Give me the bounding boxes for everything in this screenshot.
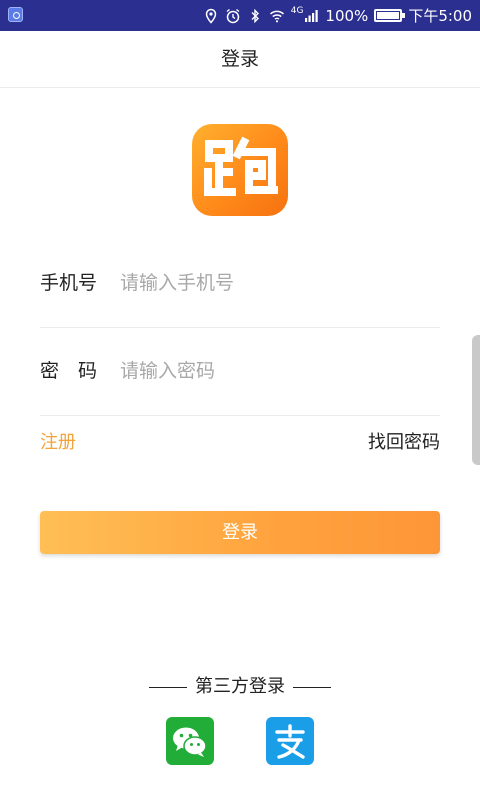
alipay-icon (275, 724, 305, 759)
alarm-icon (226, 8, 240, 23)
forgot-password-link[interactable]: 找回密码 (368, 428, 440, 454)
status-bar: 4G 100% 下午5:00 (0, 0, 480, 31)
signal-icon (305, 9, 319, 22)
bluetooth-icon (251, 8, 259, 23)
divider-left (149, 686, 187, 688)
divider-right (293, 686, 331, 688)
third-party-title: 第三方登录 (195, 676, 285, 697)
status-icons: 4G 100% 下午5:00 (203, 0, 472, 31)
app-logo-icon (192, 124, 288, 216)
battery-percent: 100% (325, 6, 369, 25)
battery-icon (374, 9, 406, 22)
password-label: 密 码 (40, 360, 98, 382)
phone-label: 手机号 (40, 272, 98, 294)
network-type: 4G (290, 6, 304, 16)
login-button[interactable]: 登录 (40, 511, 440, 554)
alipay-login-button[interactable] (266, 717, 314, 765)
phone-input[interactable] (120, 263, 430, 303)
phone-row: 手机号 (40, 239, 440, 328)
password-row: 密 码 (40, 327, 440, 416)
password-input[interactable] (120, 351, 430, 391)
third-party-heading: 第三方登录 (0, 672, 480, 698)
clock: 下午5:00 (408, 7, 472, 25)
location-icon (205, 8, 216, 24)
wifi-icon (269, 10, 284, 22)
app-logo-glyph (204, 136, 278, 196)
page-title: 登录 (0, 31, 480, 88)
side-scroll-handle[interactable] (472, 335, 480, 465)
wechat-icon (173, 727, 207, 757)
register-link[interactable]: 注册 (40, 428, 76, 454)
wechat-login-button[interactable] (166, 717, 214, 765)
notification-app-icon (8, 7, 23, 22)
